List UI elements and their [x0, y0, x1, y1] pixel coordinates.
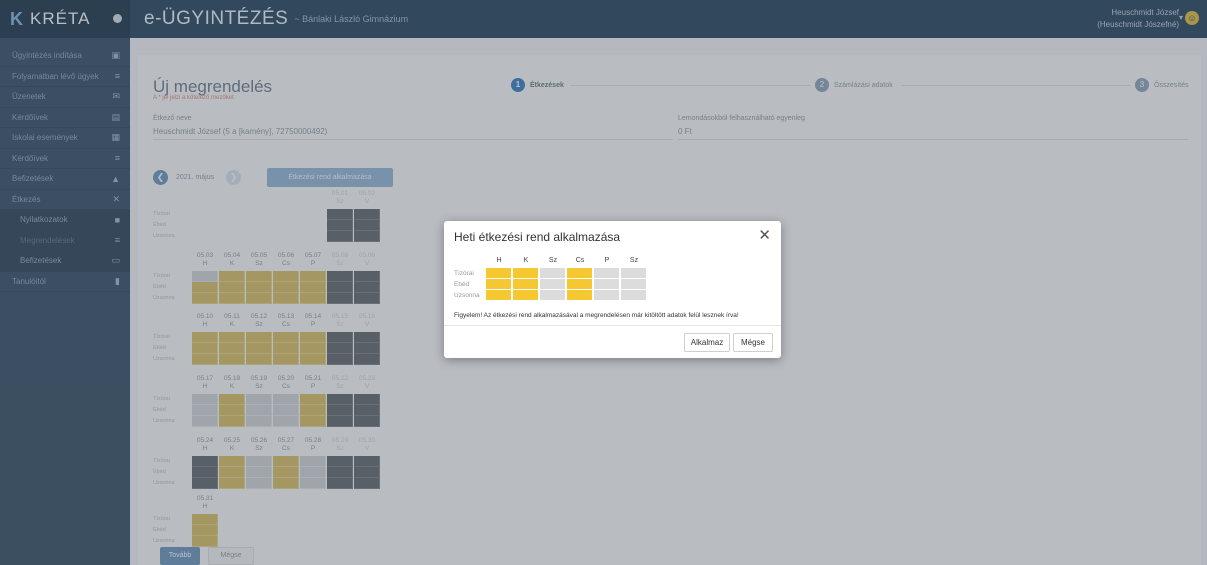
weekday-header: Cs: [575, 257, 585, 264]
meal-toggle-cell[interactable]: [594, 290, 620, 301]
close-icon[interactable]: ✕: [758, 228, 771, 243]
dialog-cancel-button[interactable]: Mégse: [733, 333, 773, 352]
meal-row-label: Uzsonna: [454, 292, 480, 299]
meal-toggle-cell[interactable]: [621, 290, 647, 301]
meal-toggle-cell[interactable]: [567, 279, 593, 290]
meal-toggle-cell[interactable]: [567, 290, 593, 301]
weekday-header: Sz: [548, 257, 558, 264]
weekday-header: H: [496, 257, 502, 264]
meal-toggle-cell[interactable]: [594, 268, 620, 279]
meal-toggle-cell[interactable]: [486, 290, 512, 301]
apply-button[interactable]: Alkalmaz: [684, 333, 730, 352]
dialog-divider: [444, 325, 781, 326]
weekday-header: Sz: [629, 257, 639, 264]
meal-toggle-cell[interactable]: [567, 268, 593, 279]
weekday-header: P: [604, 257, 610, 264]
dialog-title: Heti étkezési rend alkalmazása: [454, 230, 621, 244]
meal-toggle-cell[interactable]: [513, 268, 539, 279]
meal-toggle-cell[interactable]: [621, 268, 647, 279]
meal-row-label: Tízórai: [454, 270, 474, 277]
weekly-meal-rule-dialog: Heti étkezési rend alkalmazása ✕ Figyele…: [444, 221, 781, 358]
meal-toggle-cell[interactable]: [513, 279, 539, 290]
meal-toggle-cell[interactable]: [540, 279, 566, 290]
weekday-header: K: [523, 257, 529, 264]
meal-toggle-cell[interactable]: [540, 268, 566, 279]
meal-toggle-cell[interactable]: [594, 279, 620, 290]
meal-toggle-cell[interactable]: [621, 279, 647, 290]
meal-toggle-cell[interactable]: [486, 279, 512, 290]
meal-row-label: Ebéd: [454, 281, 470, 288]
meal-toggle-cell[interactable]: [486, 268, 512, 279]
meal-toggle-cell[interactable]: [540, 290, 566, 301]
meal-toggle-cell[interactable]: [513, 290, 539, 301]
overwrite-warning: Figyelem! Az étkezési rend alkalmazásáva…: [454, 312, 739, 319]
